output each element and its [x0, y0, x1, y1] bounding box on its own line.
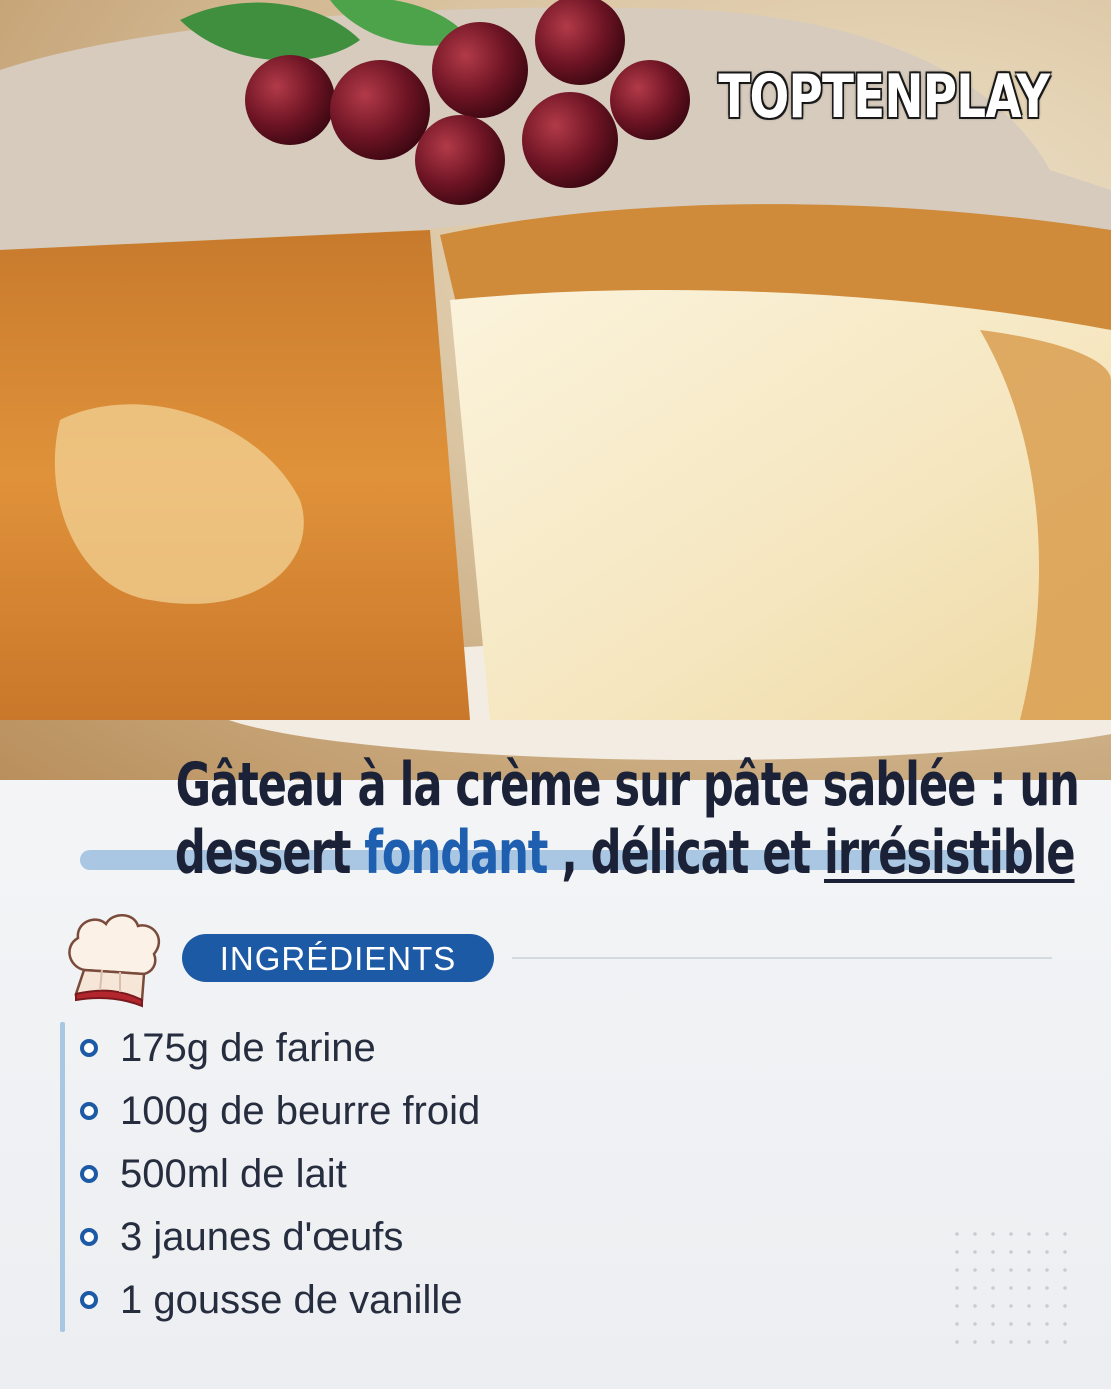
title-text-delicat: , délicat et — [547, 818, 825, 888]
ingredient-text: 3 jaunes d'œufs — [120, 1215, 404, 1259]
list-accent-line — [60, 1022, 65, 1332]
recipe-card: TOPTENPLAY Gâteau à la crème sur pâte sa… — [0, 0, 1111, 1389]
cake-photo: TOPTENPLAY — [0, 0, 1111, 780]
title-highlight-fondant: fondant — [364, 818, 548, 888]
brand-watermark: TOPTENPLAY — [717, 62, 1050, 132]
ingredient-text: 500ml de lait — [120, 1152, 347, 1196]
title-line-1-text: Gâteau à la crème sur pâte sablée : un — [175, 750, 1080, 820]
bullet-icon — [80, 1291, 98, 1309]
list-item: 100g de beurre froid — [80, 1081, 480, 1144]
bullet-icon — [80, 1039, 98, 1057]
bullet-icon — [80, 1165, 98, 1183]
ingredient-list: 175g de farine 100g de beurre froid 500m… — [80, 1018, 480, 1333]
list-item: 175g de farine — [80, 1018, 480, 1081]
ingredient-text: 175g de farine — [120, 1026, 376, 1070]
ingredients-badge: INGRÉDIENTS — [182, 934, 494, 982]
title-line-2: dessert fondant , délicat et irrésistibl… — [0, 818, 1111, 888]
decorative-dot-grid — [948, 1225, 1068, 1345]
title-text-dessert: dessert — [174, 818, 365, 888]
list-item: 3 jaunes d'œufs — [80, 1207, 480, 1270]
title-block: Gâteau à la crème sur pâte sablée : un d… — [0, 720, 1111, 910]
title-line-2-text: dessert fondant , délicat et irrésistibl… — [174, 818, 1076, 888]
section-divider — [512, 957, 1052, 959]
list-item: 1 gousse de vanille — [80, 1270, 480, 1333]
title-highlight-irresistible: irrésistible — [824, 818, 1076, 888]
bullet-icon — [80, 1228, 98, 1246]
ingredient-text: 1 gousse de vanille — [120, 1278, 463, 1322]
list-item: 500ml de lait — [80, 1144, 480, 1207]
chef-hat-icon — [68, 914, 161, 1008]
bullet-icon — [80, 1102, 98, 1120]
ingredient-text: 100g de beurre froid — [120, 1089, 481, 1133]
title-line-1: Gâteau à la crème sur pâte sablée : un — [0, 750, 1111, 820]
